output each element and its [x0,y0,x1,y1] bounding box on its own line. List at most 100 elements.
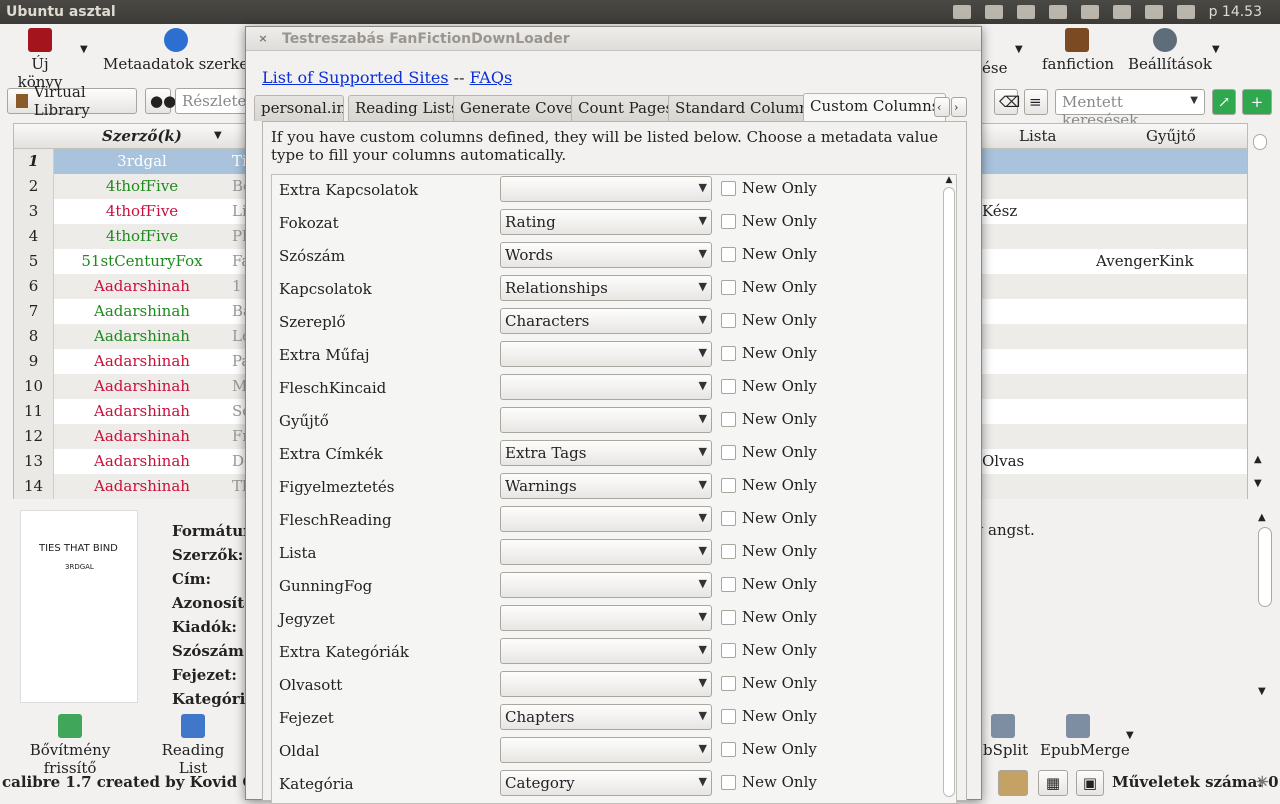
plugin-updater-button[interactable]: Bővítmény frissítő [8,714,132,777]
clock[interactable]: p 14.53 [1209,4,1262,20]
new-only-label[interactable]: New Only [742,707,817,725]
supported-sites-link[interactable]: List of Supported Sites [262,68,449,87]
fanfiction-button[interactable]: fanfiction [1042,28,1114,73]
new-only-checkbox[interactable] [721,511,736,526]
mail-icon[interactable] [1112,5,1131,19]
battery-icon[interactable] [1144,5,1163,19]
chevron-up-icon[interactable]: ▲ [942,175,956,185]
new-only-label[interactable]: New Only [742,773,817,791]
author-cell[interactable]: Aadarshinah [56,324,228,349]
virtual-library-button[interactable]: Virtual Library [7,83,137,119]
title-cell[interactable]: Ti [232,149,246,174]
new-only-label[interactable]: New Only [742,476,817,494]
new-only-checkbox[interactable] [721,709,736,724]
metadata-type-select[interactable]: Extra Tags ▼ [500,440,712,466]
title-cell[interactable]: Fr [232,424,246,449]
new-only-label[interactable]: New Only [742,674,817,692]
new-only-checkbox[interactable] [721,280,736,295]
new-only-label[interactable]: New Only [742,575,817,593]
new-only-label[interactable]: New Only [742,245,817,263]
new-only-checkbox[interactable] [721,742,736,757]
title-cell[interactable]: Lo [232,324,246,349]
chevron-down-icon[interactable]: ▼ [1258,686,1266,697]
epubsplit-button[interactable]: bSplit [983,714,1028,759]
new-only-checkbox[interactable] [721,775,736,790]
title-cell[interactable]: De [232,449,246,474]
metadata-type-select[interactable]: ▼ [500,539,712,565]
author-cell[interactable]: Aadarshinah [56,374,228,399]
tab-personal-ini[interactable]: personal.ini [254,95,344,121]
tab-scroll-right-icon[interactable]: › [951,97,967,117]
title-cell[interactable]: So [232,399,246,424]
author-cell[interactable]: Aadarshinah [56,399,228,424]
faq-link[interactable]: FAQs [470,68,513,87]
lista-cell[interactable]: Kész [982,199,1092,224]
epubmerge-button[interactable]: EpubMerge [1040,714,1130,759]
chevron-down-icon[interactable]: ▼ [1212,44,1220,55]
new-only-checkbox[interactable] [721,577,736,592]
search-input[interactable]: Részletes [175,88,254,114]
tab-count-pages[interactable]: Count Pages [571,95,681,121]
title-cell[interactable]: Th [232,474,246,499]
column-header-lista[interactable]: Lista [1019,127,1056,145]
new-only-label[interactable]: New Only [742,608,817,626]
new-only-label[interactable]: New Only [742,740,817,758]
new-only-checkbox[interactable] [721,313,736,328]
author-cell[interactable]: 4thofFive [56,174,228,199]
app-indicator-icon[interactable] [1016,5,1035,19]
author-cell[interactable]: 51stCenturyFox [56,249,228,274]
metadata-type-select[interactable]: ▼ [500,671,712,697]
author-cell[interactable]: Aadarshinah [56,449,228,474]
tab-reading-lists[interactable]: Reading Lists [348,95,466,121]
new-only-checkbox[interactable] [721,412,736,427]
chevron-down-icon[interactable]: ▼ [80,44,88,55]
new-only-label[interactable]: New Only [742,377,817,395]
new-only-checkbox[interactable] [721,445,736,460]
metadata-type-select[interactable]: Relationships ▼ [500,275,712,301]
title-cell[interactable]: M [232,374,246,399]
keyboard-icon[interactable] [952,5,971,19]
new-only-checkbox[interactable] [721,676,736,691]
add-book-button[interactable]: Új könyv [8,28,72,91]
chevron-down-icon[interactable]: ▼ [1254,478,1262,489]
author-cell[interactable]: Aadarshinah [56,274,228,299]
lista-cell[interactable]: Olvas [982,449,1092,474]
new-only-label[interactable]: New Only [742,179,817,197]
metadata-type-select[interactable]: ▼ [500,341,712,367]
new-only-checkbox[interactable] [721,181,736,196]
reading-list-button[interactable]: Reading List [150,714,236,777]
chevron-down-icon[interactable]: ▼ [1015,44,1023,55]
title-cell[interactable]: Ph [232,224,246,249]
metadata-type-select[interactable]: ▼ [500,605,712,631]
author-cell[interactable]: Aadarshinah [56,349,228,374]
title-cell[interactable]: Pa [232,349,246,374]
metadata-type-select[interactable]: ▼ [500,407,712,433]
metadata-type-select[interactable]: Chapters ▼ [500,704,712,730]
new-only-label[interactable]: New Only [742,641,817,659]
gyujto-cell[interactable]: AvengerKink [1096,249,1246,274]
metadata-type-select[interactable]: ▼ [500,176,712,202]
chevron-up-icon[interactable]: ▲ [1254,454,1262,465]
title-cell[interactable]: Li [232,199,246,224]
title-cell[interactable]: Bo [232,174,246,199]
new-only-label[interactable]: New Only [742,410,817,428]
settings-button[interactable]: Beállítások [1128,28,1212,73]
metadata-type-select[interactable]: ▼ [500,638,712,664]
chevron-down-icon[interactable]: ▼ [1126,730,1134,741]
column-header-author[interactable]: Szerző(k) [102,127,182,145]
author-cell[interactable]: Aadarshinah [56,299,228,324]
author-cell[interactable]: Aadarshinah [56,474,228,499]
metadata-type-select[interactable]: ▼ [500,737,712,763]
close-icon[interactable]: × [256,32,270,46]
new-only-checkbox[interactable] [721,346,736,361]
chevron-up-icon[interactable]: ▲ [1258,512,1274,523]
metadata-type-select[interactable]: ▼ [500,374,712,400]
tab-standard-columns[interactable]: Standard Columns [668,95,824,121]
metadata-type-select[interactable]: Characters ▼ [500,308,712,334]
new-only-label[interactable]: New Only [742,212,817,230]
saved-searches-select[interactable]: Mentett keresések ▼ [1055,89,1205,129]
author-cell[interactable]: 3rdgal [56,149,228,174]
metadata-type-select[interactable]: Warnings ▼ [500,473,712,499]
metadata-type-select[interactable]: ▼ [500,506,712,532]
new-only-checkbox[interactable] [721,214,736,229]
